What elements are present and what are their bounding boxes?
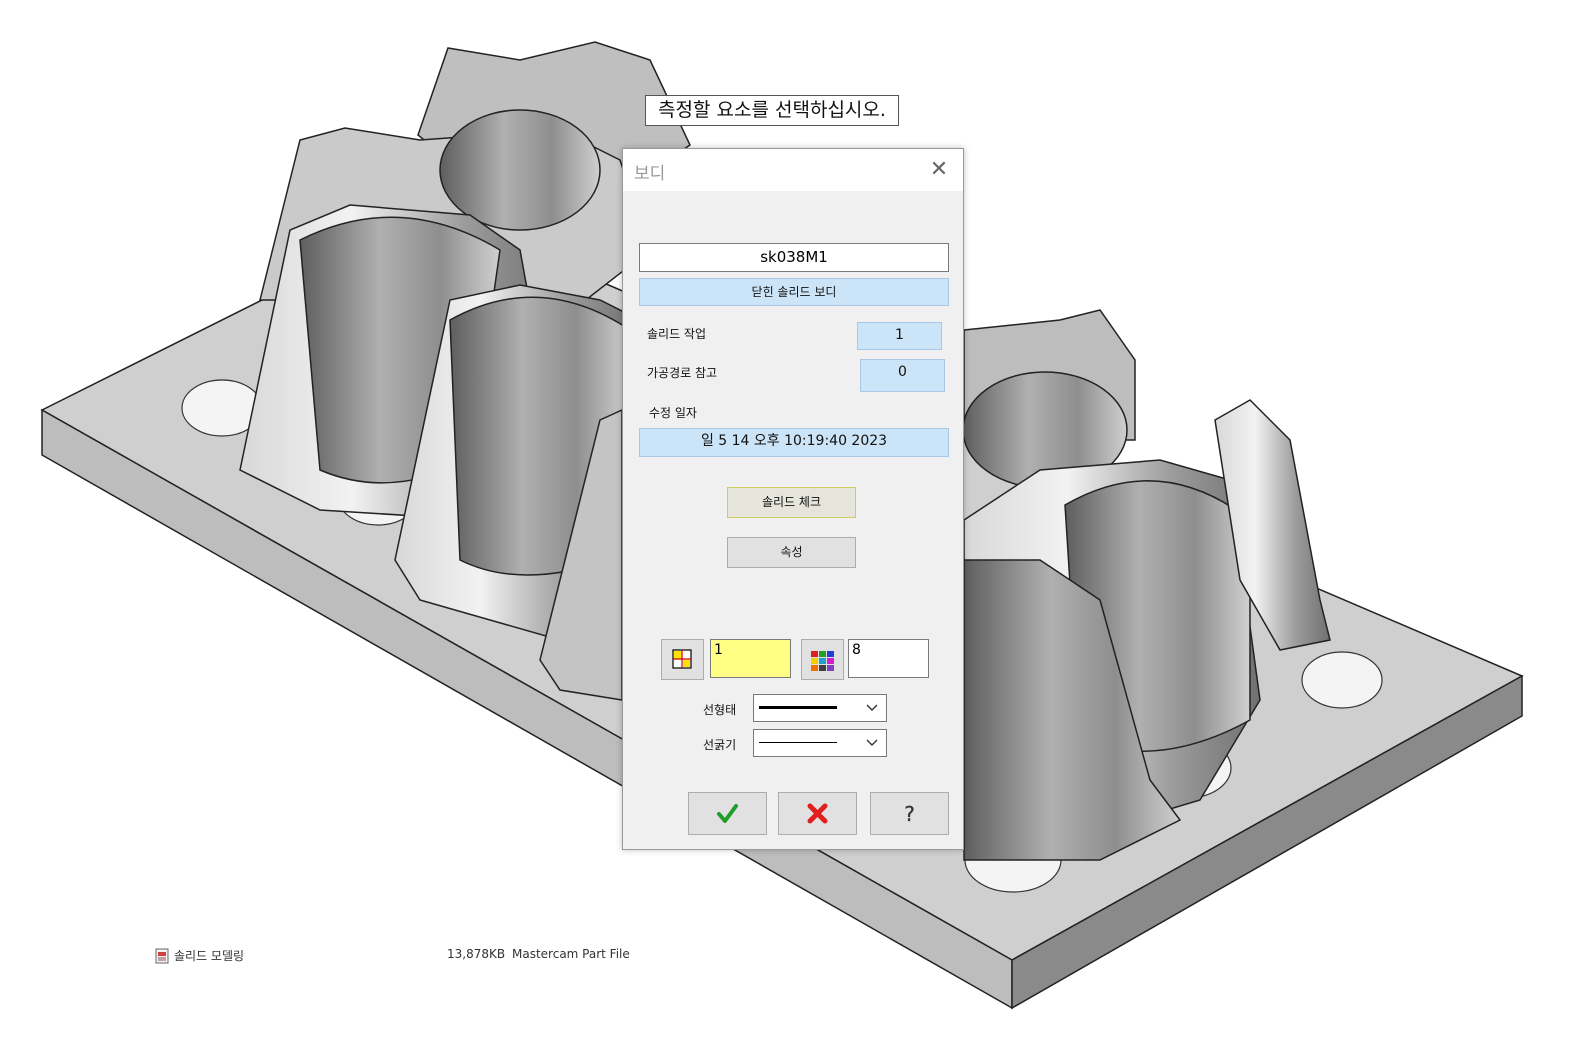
svg-text:?: ? (904, 802, 915, 826)
toolpath-ref-value: 0 (860, 359, 945, 392)
body-name-field[interactable]: sk038M1 (639, 243, 949, 272)
close-icon: ✕ (929, 157, 949, 182)
modified-date-value: 일 5 14 오후 10:19:40 2023 (639, 428, 949, 457)
close-button[interactable]: ✕ (927, 158, 951, 182)
checkmark-icon (717, 804, 738, 823)
question-icon: ? (904, 802, 915, 826)
body-type-field: 닫힌 솔리드 보디 (639, 278, 949, 306)
dialog-titlebar[interactable]: 보디 ✕ (623, 149, 963, 191)
file-type: Mastercam Part File (512, 947, 630, 961)
modified-date-label: 수정 일자 (649, 406, 697, 420)
solid-ops-label: 솔리드 작업 (647, 327, 707, 341)
line-width-label: 선굵기 (703, 738, 737, 752)
line-width-select[interactable] (753, 729, 887, 757)
color-input[interactable]: 8 (848, 639, 929, 678)
file-name[interactable]: 솔리드 모델링 (174, 947, 244, 964)
level-button[interactable] (661, 639, 704, 680)
file-icon (155, 948, 169, 964)
solid-check-button[interactable]: 솔리드 체크 (727, 487, 856, 518)
level-icon (672, 649, 692, 669)
line-style-preview (759, 706, 837, 709)
line-width-preview (759, 742, 837, 743)
dialog-title: 보디 (634, 164, 666, 184)
body-dialog: 보디 ✕ sk038M1 닫힌 솔리드 보디 솔리드 작업 1 가공경로 참고 … (622, 148, 964, 850)
help-button[interactable]: ? (870, 792, 949, 835)
chevron-down-icon (866, 739, 878, 746)
properties-button[interactable]: 속성 (727, 537, 856, 568)
color-button[interactable] (801, 639, 844, 680)
solid-ops-value: 1 (857, 322, 942, 350)
level-input[interactable]: 1 (710, 639, 791, 678)
line-style-select[interactable] (753, 694, 887, 722)
cross-icon (807, 803, 828, 824)
toolpath-ref-label: 가공경로 참고 (647, 366, 718, 380)
chevron-down-icon (866, 704, 878, 711)
ok-button[interactable] (688, 792, 767, 835)
file-size: 13,878KB (447, 947, 506, 961)
cancel-button[interactable] (778, 792, 857, 835)
color-palette-icon (811, 651, 834, 671)
line-style-label: 선형태 (703, 703, 737, 717)
selection-prompt: 측정할 요소를 선택하십시오. (645, 95, 899, 126)
